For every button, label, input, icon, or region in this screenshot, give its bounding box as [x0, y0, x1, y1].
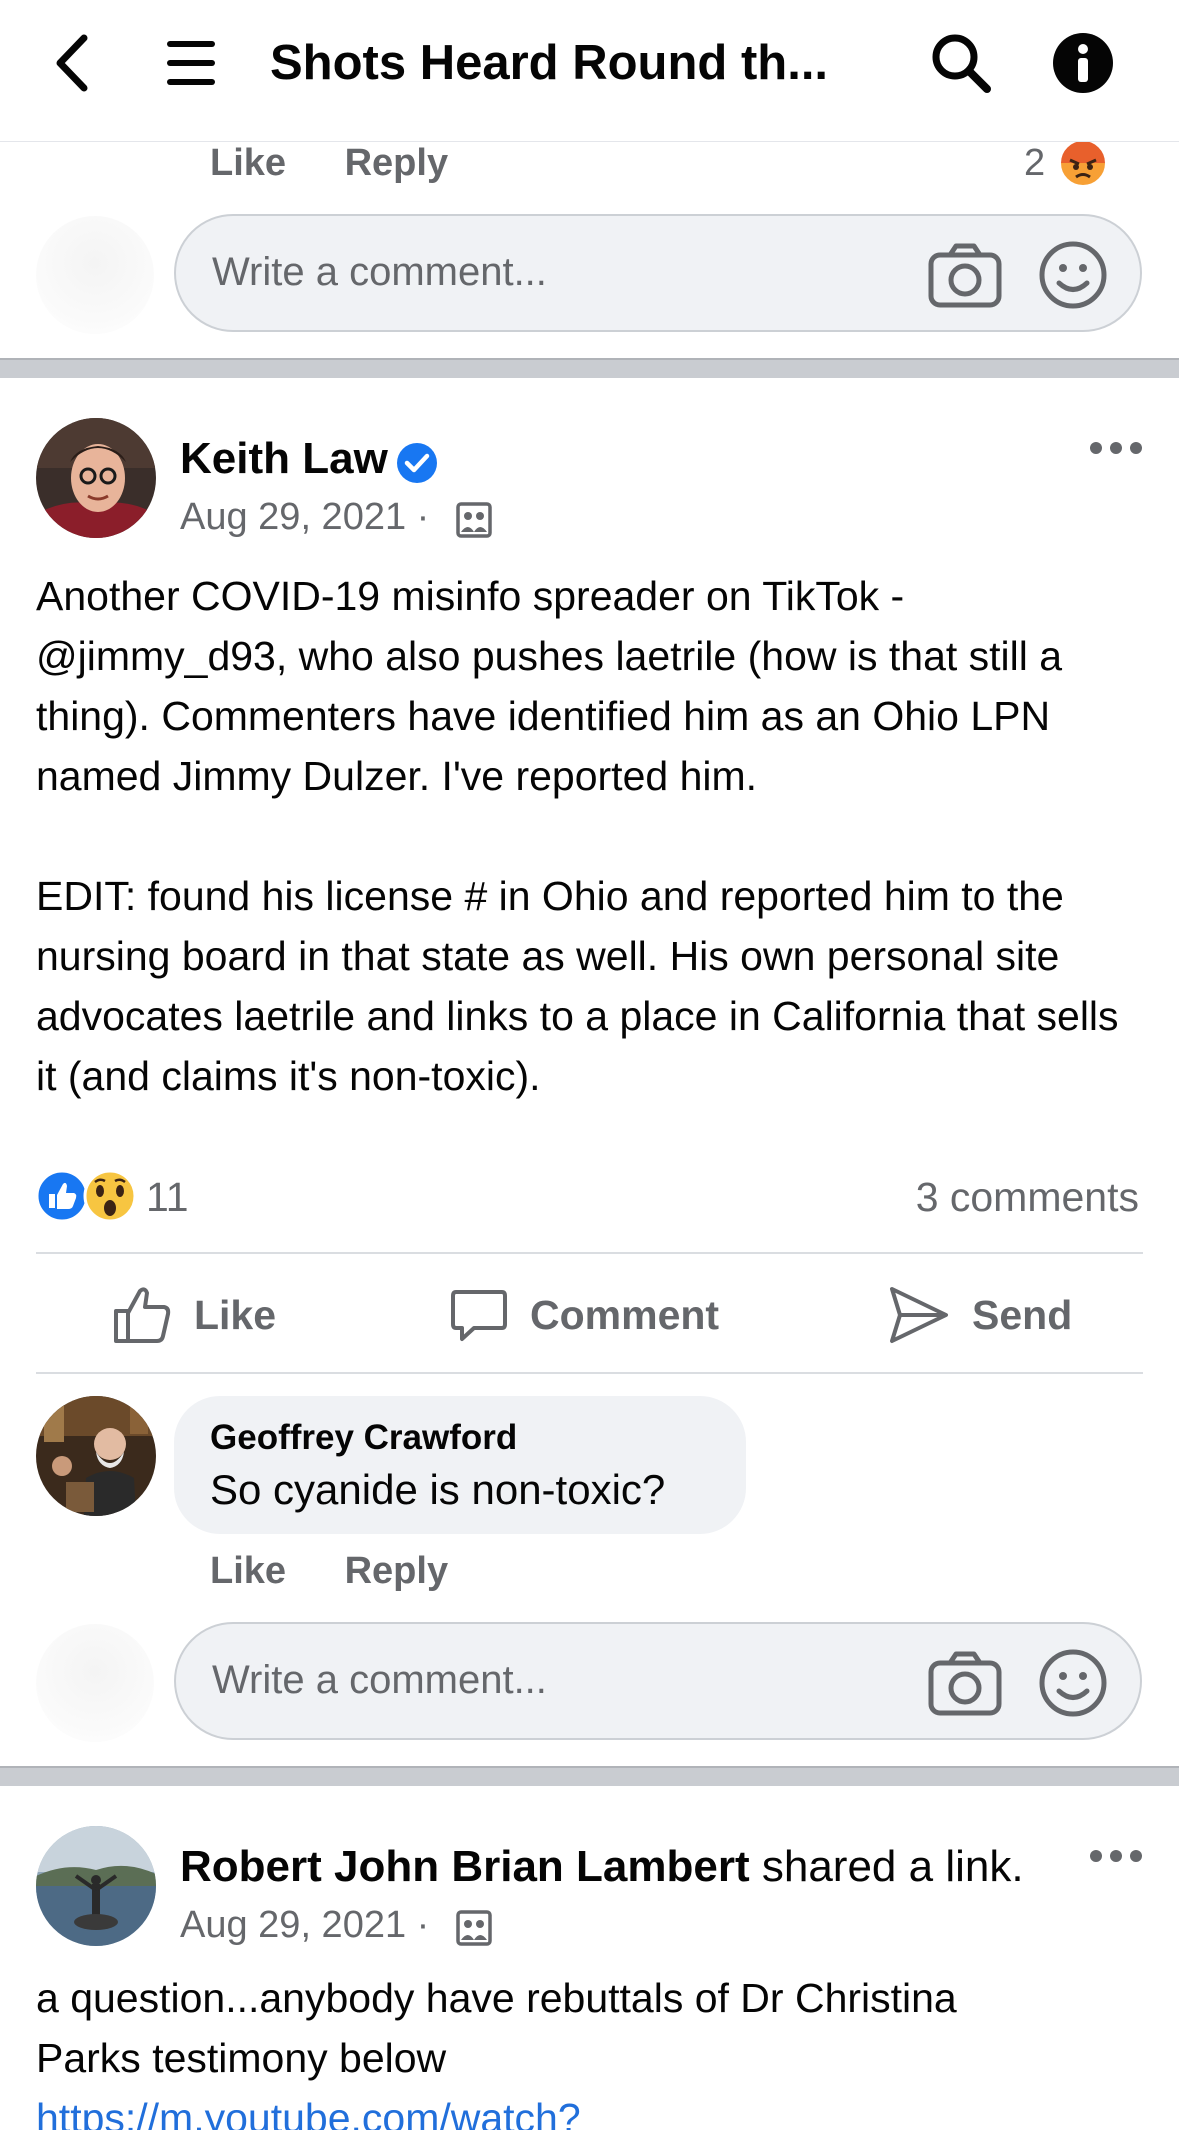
send-arrow-icon [890, 1287, 948, 1343]
post-text: a question...anybody have rebuttals of D… [36, 1968, 1146, 2130]
more-options-icon[interactable] [1086, 1844, 1146, 1868]
commenter-avatar[interactable] [36, 1396, 156, 1516]
group-members-icon [456, 1910, 492, 1946]
write-comment-input[interactable]: Write a comment... [174, 214, 1142, 332]
post-paragraph: EDIT: found his license # in Ohio and re… [36, 873, 1119, 1099]
angry-reaction-icon [1058, 138, 1108, 188]
prev-write-comment-row: Write a comment... [0, 212, 1179, 338]
post-link[interactable]: https://m.youtube.com/watch? [36, 2088, 1146, 2130]
emoji-icon[interactable] [1038, 1648, 1108, 1718]
prev-comment-actions: Like Reply [210, 142, 448, 185]
back-arrow-icon[interactable] [40, 28, 104, 98]
comment-like-button[interactable]: Like [210, 142, 286, 185]
post-author-name[interactable]: Keith Law [180, 434, 388, 484]
comment-reply-button[interactable]: Reply [345, 1550, 448, 1593]
search-icon[interactable] [926, 28, 996, 98]
write-comment-placeholder: Write a comment... [212, 1658, 547, 1702]
camera-icon[interactable] [928, 1650, 1002, 1716]
like-button[interactable]: Like [112, 1282, 276, 1348]
emoji-icon[interactable] [1038, 240, 1108, 310]
post-text: Another COVID-19 misinfo spreader on Tik… [36, 566, 1146, 1106]
comment-text: So cyanide is non-toxic? [210, 1466, 666, 1513]
like-button-label: Like [194, 1291, 277, 1338]
post-paragraph: Another COVID-19 misinfo spreader on Tik… [36, 573, 1063, 799]
comment-bubble-icon [451, 1290, 507, 1341]
verified-badge-icon [396, 442, 438, 484]
comment-button[interactable]: Comment [450, 1282, 719, 1348]
comment-like-button[interactable]: Like [210, 1550, 286, 1593]
write-comment-row: Write a comment... [0, 1620, 1179, 1746]
comment-actions: Like Reply [210, 1550, 448, 1593]
post-separator [0, 358, 1179, 378]
commenter-name[interactable]: Geoffrey Crawford [210, 1418, 517, 1458]
write-comment-placeholder: Write a comment... [212, 250, 547, 294]
current-user-avatar [36, 216, 154, 334]
write-comment-input[interactable]: Write a comment... [174, 1622, 1142, 1740]
prev-comment-reaction-count: 2 [1024, 142, 1046, 184]
author-avatar[interactable] [36, 418, 156, 538]
divider-line [36, 1252, 1143, 1254]
comments-count[interactable]: 3 comments [916, 1174, 1139, 1221]
thumbs-up-icon [114, 1287, 171, 1343]
top-bar: Shots Heard Round th... [0, 0, 1179, 142]
shared-link-text: shared a link. [761, 1842, 1024, 1891]
post-separator [0, 1766, 1179, 1786]
reaction-icons[interactable] [34, 1168, 144, 1228]
group-title: Shots Heard Round th... [270, 36, 829, 90]
hamburger-menu-icon[interactable] [158, 30, 224, 96]
camera-icon[interactable] [928, 242, 1002, 308]
post-header-line: Robert John Brian Lambert shared a link. [180, 1842, 1024, 1892]
comment-button-label: Comment [530, 1291, 720, 1338]
send-button[interactable]: Send [888, 1282, 1072, 1348]
comment-reply-button[interactable]: Reply [345, 142, 448, 185]
post-text-line: Parks testimony below [36, 2035, 447, 2081]
info-icon[interactable] [1050, 30, 1116, 96]
post-date[interactable]: Aug 29, 2021 · [180, 496, 429, 539]
reaction-count[interactable]: 11 [146, 1174, 189, 1221]
post-author-name[interactable]: Robert John Brian Lambert [180, 1842, 750, 1891]
current-user-avatar [36, 1624, 154, 1742]
comment-bubble: Geoffrey Crawford So cyanide is non-toxi… [174, 1396, 746, 1534]
post-date[interactable]: Aug 29, 2021 · [180, 1904, 429, 1947]
author-avatar[interactable] [36, 1826, 156, 1946]
post-text-line: a question...anybody have rebuttals of D… [36, 1975, 957, 2021]
divider-line [36, 1372, 1143, 1374]
group-members-icon [456, 502, 492, 538]
more-options-icon[interactable] [1086, 436, 1146, 460]
send-button-label: Send [972, 1291, 1073, 1338]
